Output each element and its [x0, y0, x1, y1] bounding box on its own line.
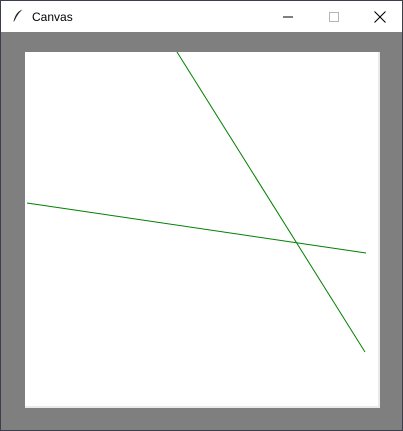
close-button[interactable] [357, 1, 403, 32]
feather-icon [10, 8, 26, 24]
app-window: Canvas [0, 0, 403, 431]
window-client-area [1, 32, 402, 430]
canvas-line-shallow [26, 202, 367, 254]
canvas-surface [26, 52, 367, 353]
title-bar[interactable]: Canvas [1, 1, 402, 32]
window-title: Canvas [32, 10, 73, 24]
minimize-icon [283, 16, 293, 17]
close-icon [374, 10, 386, 23]
canvas-line-steep [176, 52, 366, 353]
maximize-icon [329, 11, 339, 22]
minimize-button[interactable] [265, 1, 311, 32]
drawing-canvas[interactable] [25, 52, 380, 408]
maximize-button[interactable] [311, 1, 357, 32]
